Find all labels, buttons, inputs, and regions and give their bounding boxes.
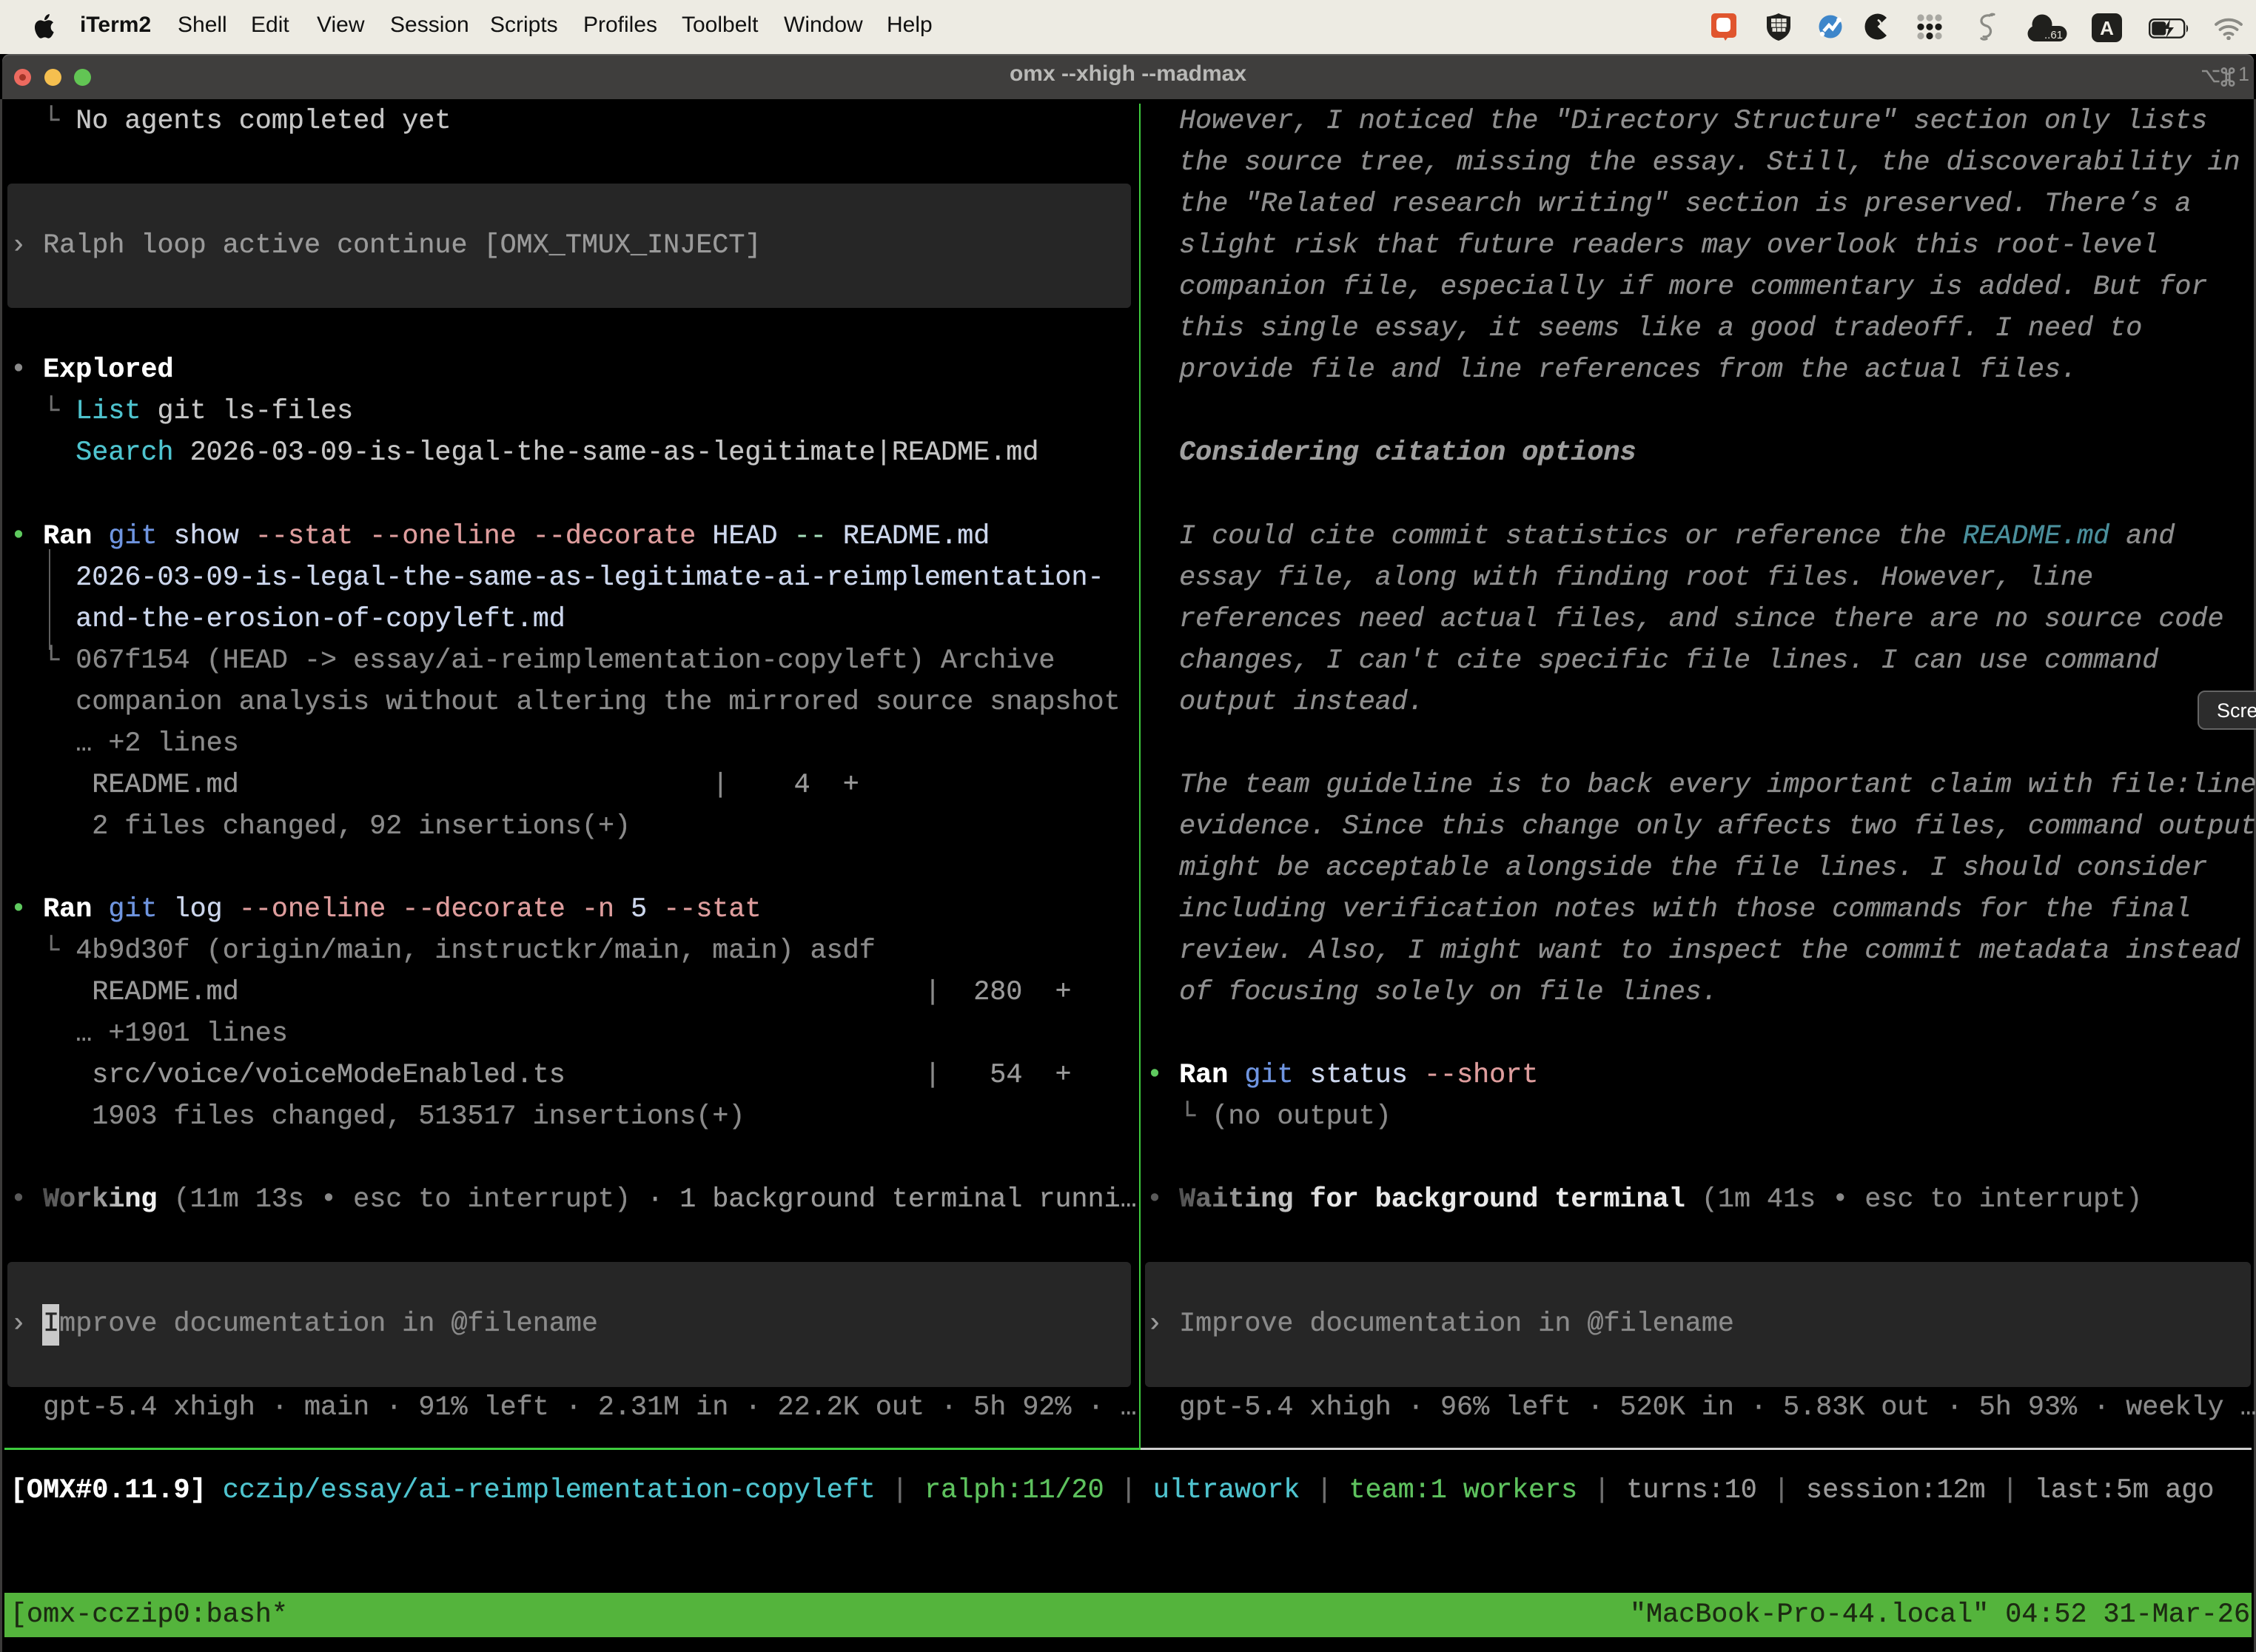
svg-text:A: A (2100, 17, 2114, 39)
svg-text:..61: ..61 (2044, 29, 2063, 41)
